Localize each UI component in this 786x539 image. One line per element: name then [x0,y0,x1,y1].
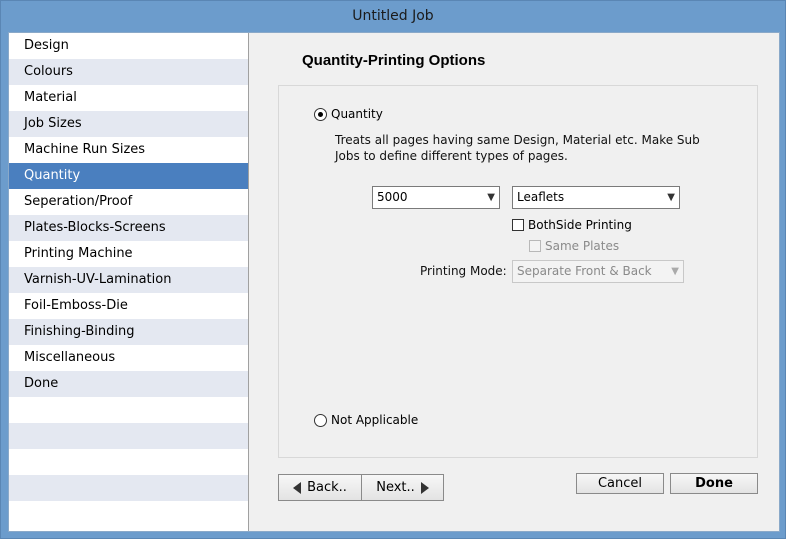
sidebar-item-quantity[interactable]: Quantity [9,163,248,189]
quantity-radio[interactable]: Quantity [314,107,383,121]
not-applicable-radio[interactable]: Not Applicable [314,413,418,427]
chevron-down-icon: ▼ [671,266,679,277]
sidebar-item-machine-run-sizes[interactable]: Machine Run Sizes [9,137,248,163]
page-title: Quantity-Printing Options [302,52,486,69]
main-panel: Quantity-Printing Options Quantity Treat… [250,33,779,531]
dialog-client-area: Design Colours Material Job Sizes Machin… [8,32,780,532]
sidebar-item-plates-blocks-screens[interactable]: Plates-Blocks-Screens [9,215,248,241]
next-button[interactable]: Next.. [361,474,444,501]
bothside-printing-checkbox[interactable]: BothSide Printing [512,218,632,232]
same-plates-label: Same Plates [545,239,620,253]
step-sidebar: Design Colours Material Job Sizes Machin… [9,33,249,531]
printing-mode-select[interactable]: Separate Front & Back ▼ [512,260,684,283]
arrow-left-icon [293,481,302,494]
sidebar-item-seperation-proof[interactable]: Seperation/Proof [9,189,248,215]
back-button-label: Back.. [307,480,347,495]
cancel-button[interactable]: Cancel [576,473,664,494]
sidebar-item-printing-machine[interactable]: Printing Machine [9,241,248,267]
next-button-label: Next.. [376,480,415,495]
sidebar-empty-row [9,423,248,449]
sidebar-item-done[interactable]: Done [9,371,248,397]
same-plates-checkbox[interactable]: Same Plates [529,239,619,253]
chevron-down-icon: ▼ [667,192,675,203]
sidebar-item-varnish-uv-lamination[interactable]: Varnish-UV-Lamination [9,267,248,293]
sidebar-empty-row [9,475,248,501]
bothside-printing-label: BothSide Printing [528,218,632,232]
quantity-select[interactable]: 5000 ▼ [372,186,500,209]
checkbox-box [529,240,541,252]
printing-mode-label: Printing Mode: [420,264,507,278]
job-type-select-value: Leaflets [517,190,565,204]
app-window: Untitled Job Design Colours Material Job… [0,0,786,539]
quantity-description: Treats all pages having same Design, Mat… [335,133,700,163]
back-button[interactable]: Back.. [278,474,362,501]
done-button[interactable]: Done [670,473,758,494]
sidebar-item-miscellaneous[interactable]: Miscellaneous [9,345,248,371]
quantity-radio-label: Quantity [331,107,383,121]
sidebar-item-finishing-binding[interactable]: Finishing-Binding [9,319,248,345]
radio-unchecked-indicator [314,413,327,427]
wizard-navigation: Back.. Next.. [278,474,444,502]
sidebar-empty-row [9,397,248,423]
printing-mode-value: Separate Front & Back [517,264,652,278]
sidebar-item-foil-emboss-die[interactable]: Foil-Emboss-Die [9,293,248,319]
chevron-down-icon: ▼ [487,192,495,203]
radio-checked-indicator [314,107,327,121]
quantity-select-value: 5000 [377,190,408,204]
sidebar-item-material[interactable]: Material [9,85,248,111]
options-group: Quantity Treats all pages having same De… [278,85,758,458]
job-type-select[interactable]: Leaflets ▼ [512,186,680,209]
sidebar-item-colours[interactable]: Colours [9,59,248,85]
sidebar-empty-row [9,501,248,527]
sidebar-empty-row [9,449,248,475]
window-title: Untitled Job [352,8,434,24]
checkbox-box [512,219,524,231]
arrow-right-icon [420,481,429,494]
sidebar-item-job-sizes[interactable]: Job Sizes [9,111,248,137]
not-applicable-radio-label: Not Applicable [331,413,419,427]
sidebar-item-design[interactable]: Design [9,33,248,59]
